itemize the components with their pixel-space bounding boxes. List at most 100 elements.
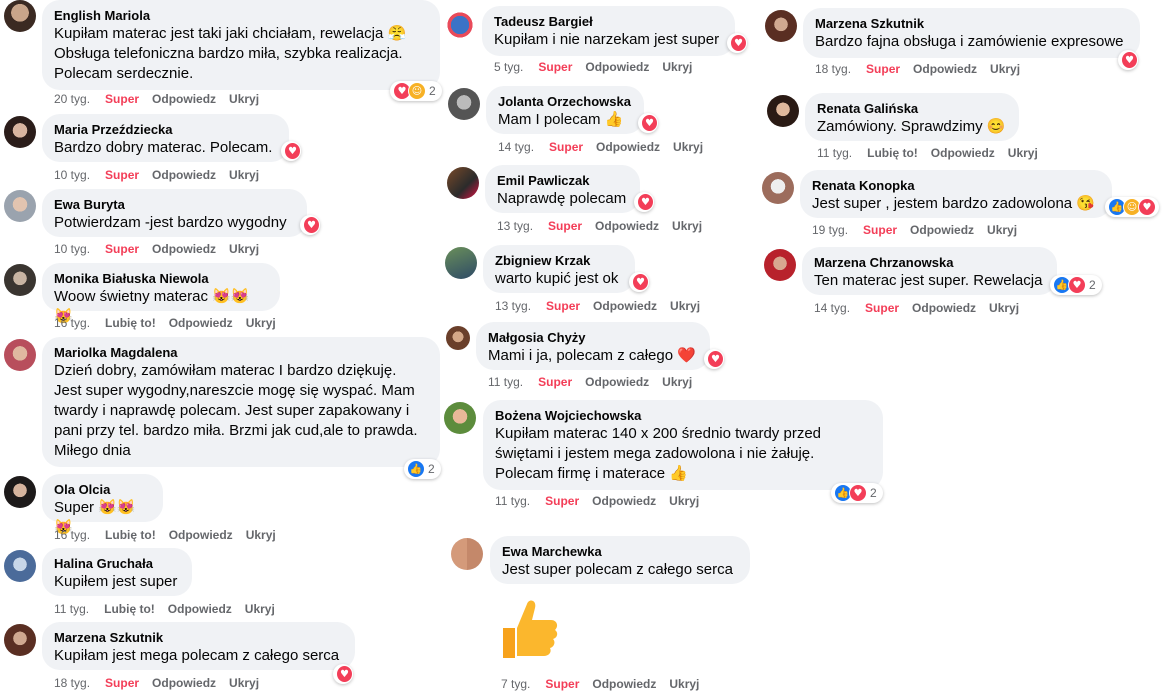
- reply-button[interactable]: Odpowiedz: [169, 528, 233, 542]
- author-name[interactable]: Bożena Wojciechowska: [495, 407, 871, 424]
- reply-button[interactable]: Odpowiedz: [169, 316, 233, 330]
- timestamp[interactable]: 20 tyg.: [54, 92, 90, 106]
- timestamp[interactable]: 11 tyg.: [495, 494, 530, 508]
- timestamp[interactable]: 16 tyg.: [54, 316, 90, 330]
- author-name[interactable]: Ewa Buryta: [54, 196, 295, 213]
- hide-button[interactable]: Ukryj: [662, 60, 692, 74]
- hide-button[interactable]: Ukryj: [670, 299, 700, 313]
- reactions-summary[interactable]: ♥: [1118, 50, 1138, 70]
- author-name[interactable]: Marzena Szkutnik: [54, 629, 343, 646]
- author-name[interactable]: Marzena Chrzanowska: [814, 254, 1045, 271]
- hide-button[interactable]: Ukryj: [673, 140, 703, 154]
- reactions-summary[interactable]: ♥: [634, 192, 654, 212]
- reply-button[interactable]: Odpowiedz: [585, 60, 649, 74]
- reaction-button[interactable]: Lubię to!: [104, 602, 155, 616]
- reply-button[interactable]: Odpowiedz: [152, 676, 216, 690]
- reaction-button[interactable]: Super: [538, 375, 572, 389]
- reply-button[interactable]: Odpowiedz: [152, 242, 216, 256]
- hide-button[interactable]: Ukryj: [229, 242, 259, 256]
- reaction-button[interactable]: Super: [545, 494, 579, 508]
- reaction-button[interactable]: Super: [546, 299, 580, 313]
- reaction-button[interactable]: Lubię to!: [105, 316, 156, 330]
- reaction-button[interactable]: Super: [548, 219, 582, 233]
- timestamp[interactable]: 14 tyg.: [814, 301, 850, 315]
- author-name[interactable]: Maria Przeździecka: [54, 121, 277, 138]
- timestamp[interactable]: 14 tyg.: [498, 140, 534, 154]
- reaction-button[interactable]: Super: [105, 92, 139, 106]
- timestamp[interactable]: 11 tyg.: [817, 146, 852, 160]
- reaction-button[interactable]: Super: [866, 62, 900, 76]
- timestamp[interactable]: 11 tyg.: [54, 602, 89, 616]
- avatar[interactable]: [765, 10, 797, 42]
- reaction-button[interactable]: Lubię to!: [105, 528, 156, 542]
- author-name[interactable]: Halina Gruchała: [54, 555, 180, 572]
- reaction-button[interactable]: Super: [538, 60, 572, 74]
- reactions-summary[interactable]: ♥: [727, 33, 747, 53]
- hide-button[interactable]: Ukryj: [989, 301, 1019, 315]
- hide-button[interactable]: Ukryj: [990, 62, 1020, 76]
- reaction-button[interactable]: Super: [545, 677, 579, 691]
- reactions-summary[interactable]: ♥: [333, 664, 353, 684]
- timestamp[interactable]: 11 tyg.: [488, 375, 523, 389]
- reply-button[interactable]: Odpowiedz: [931, 146, 995, 160]
- author-name[interactable]: Renata Konopka: [812, 177, 1100, 194]
- reactions-summary[interactable]: ♥: [704, 349, 724, 369]
- reactions-summary[interactable]: 👍 ♥ 2: [1050, 275, 1102, 295]
- avatar[interactable]: [444, 402, 476, 434]
- avatar[interactable]: [4, 264, 36, 296]
- hide-button[interactable]: Ukryj: [669, 677, 699, 691]
- avatar[interactable]: [451, 538, 483, 570]
- reaction-button[interactable]: Super: [105, 676, 139, 690]
- author-name[interactable]: Emil Pawliczak: [497, 172, 628, 189]
- avatar[interactable]: [767, 95, 799, 127]
- hide-button[interactable]: Ukryj: [987, 223, 1017, 237]
- hide-button[interactable]: Ukryj: [229, 92, 259, 106]
- timestamp[interactable]: 10 tyg.: [54, 168, 90, 182]
- timestamp[interactable]: 5 tyg.: [494, 60, 523, 74]
- reactions-summary[interactable]: 👍 2: [404, 459, 441, 479]
- avatar[interactable]: [4, 0, 36, 32]
- hide-button[interactable]: Ukryj: [662, 375, 692, 389]
- author-name[interactable]: Marzena Szkutnik: [815, 15, 1128, 32]
- avatar[interactable]: [4, 339, 36, 371]
- avatar[interactable]: [447, 167, 479, 199]
- timestamp[interactable]: 10 tyg.: [54, 242, 90, 256]
- timestamp[interactable]: 13 tyg.: [497, 219, 533, 233]
- reaction-button[interactable]: Super: [863, 223, 897, 237]
- author-name[interactable]: Mariolka Magdalena: [54, 344, 428, 361]
- avatar[interactable]: [444, 9, 476, 41]
- reply-button[interactable]: Odpowiedz: [168, 602, 232, 616]
- reaction-button[interactable]: Super: [105, 168, 139, 182]
- author-name[interactable]: English Mariola: [54, 7, 428, 24]
- hide-button[interactable]: Ukryj: [672, 219, 702, 233]
- author-name[interactable]: Tadeusz Bargieł: [494, 13, 723, 30]
- hide-button[interactable]: Ukryj: [1008, 146, 1038, 160]
- timestamp[interactable]: 13 tyg.: [495, 299, 531, 313]
- avatar[interactable]: [448, 88, 480, 120]
- avatar[interactable]: [4, 116, 36, 148]
- reactions-summary[interactable]: 👍 ☺ ♥: [1105, 197, 1159, 217]
- reactions-summary[interactable]: ♥: [281, 141, 301, 161]
- avatar[interactable]: [445, 247, 477, 279]
- reactions-summary[interactable]: ♥ ☺ 2: [390, 81, 442, 101]
- reply-button[interactable]: Odpowiedz: [910, 223, 974, 237]
- avatar[interactable]: [4, 476, 36, 508]
- avatar[interactable]: [4, 550, 36, 582]
- hide-button[interactable]: Ukryj: [245, 602, 275, 616]
- timestamp[interactable]: 16 tyg.: [54, 528, 90, 542]
- reply-button[interactable]: Odpowiedz: [152, 168, 216, 182]
- timestamp[interactable]: 18 tyg.: [815, 62, 851, 76]
- reactions-summary[interactable]: 👍 ♥ 2: [831, 483, 883, 503]
- reactions-summary[interactable]: ♥: [300, 215, 320, 235]
- timestamp[interactable]: 19 tyg.: [812, 223, 848, 237]
- timestamp[interactable]: 7 tyg.: [501, 677, 530, 691]
- hide-button[interactable]: Ukryj: [246, 316, 276, 330]
- reply-button[interactable]: Odpowiedz: [913, 62, 977, 76]
- reaction-button[interactable]: Super: [865, 301, 899, 315]
- reply-button[interactable]: Odpowiedz: [912, 301, 976, 315]
- author-name[interactable]: Ewa Marchewka: [502, 543, 738, 560]
- timestamp[interactable]: 18 tyg.: [54, 676, 90, 690]
- hide-button[interactable]: Ukryj: [229, 168, 259, 182]
- reply-button[interactable]: Odpowiedz: [152, 92, 216, 106]
- author-name[interactable]: Ola Olcia: [54, 481, 151, 498]
